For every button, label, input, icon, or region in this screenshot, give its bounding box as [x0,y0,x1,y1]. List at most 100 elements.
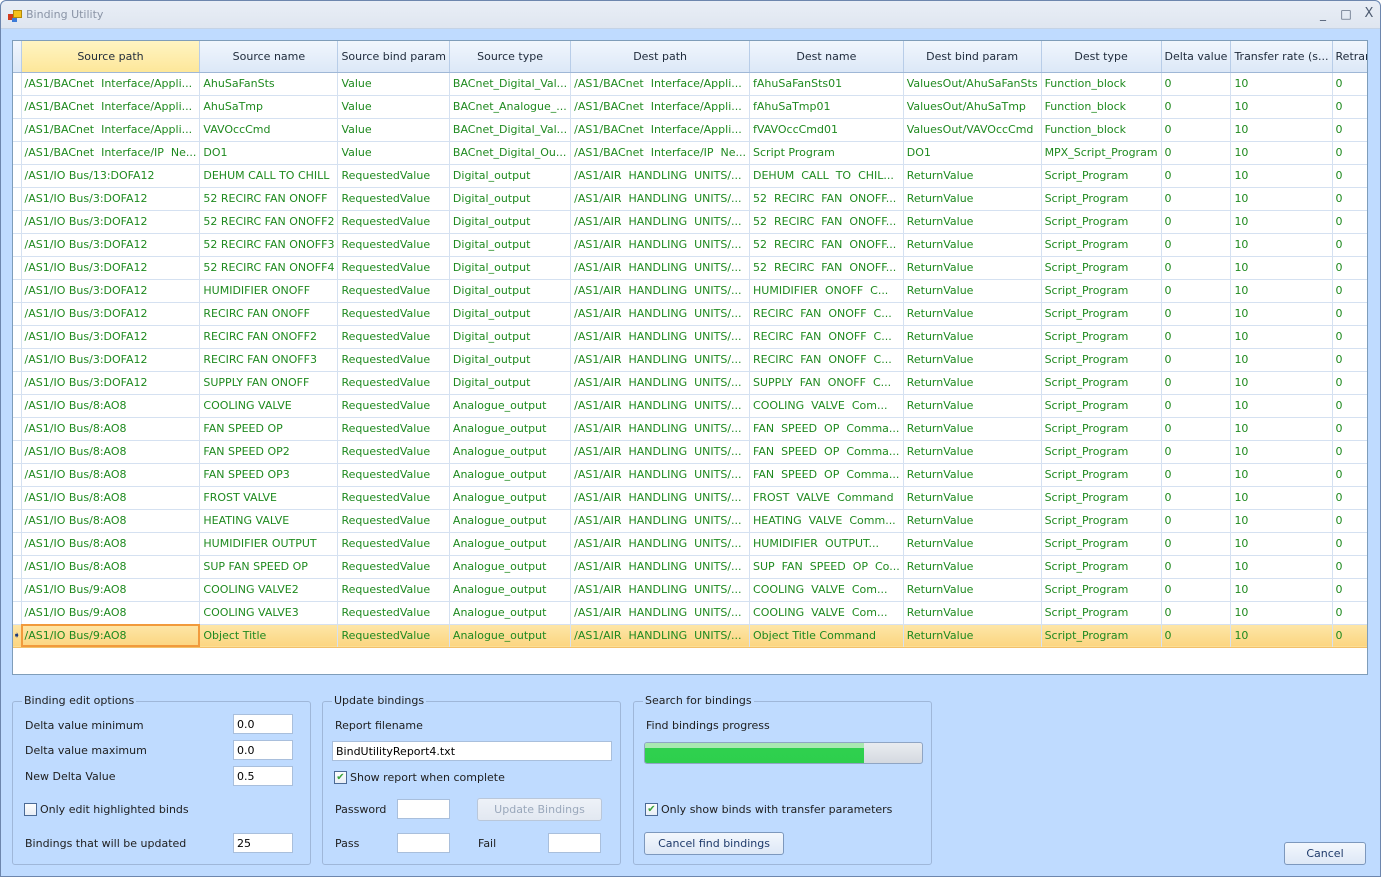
grid-cell[interactable]: 0 [1161,141,1232,165]
grid-cell[interactable]: ReturnValue [903,624,1042,648]
row-header[interactable] [13,463,22,487]
grid-cell[interactable]: AhuSaTmp [199,95,339,119]
grid-cell[interactable]: 0 [1332,164,1367,188]
grid-cell[interactable]: 0 [1161,95,1232,119]
delta-max-input[interactable] [233,740,293,760]
grid-cell[interactable]: FROST VALVE [199,486,339,510]
grid-cell[interactable]: Analogue_output [449,532,572,556]
only-highlighted-label[interactable]: Only edit highlighted binds [40,803,189,816]
grid-cell[interactable]: 0 [1161,463,1232,487]
grid-cell[interactable]: /AS1/AIR HANDLING UNITS/... [570,187,751,211]
column-header[interactable]: Source bind param [337,41,450,73]
grid-cell[interactable]: 10 [1230,164,1333,188]
table-row[interactable]: /AS1/IO Bus/3:DOFA12 52 RECIRC FAN ONOFF R… [13,187,1367,211]
grid-cell[interactable]: 0 [1161,601,1232,625]
grid-cell[interactable]: /AS1/IO Bus/3:DOFA12 [21,256,201,280]
row-header[interactable] [13,601,22,625]
grid-cell[interactable]: Value [337,118,450,142]
grid-cell[interactable]: Function_block [1041,95,1162,119]
grid-cell[interactable]: Script_Program [1041,578,1162,602]
grid-cell[interactable]: RequestedValue [337,371,450,395]
grid-cell[interactable]: /AS1/BACnet Interface/Appli... [570,95,751,119]
grid-cell[interactable]: /AS1/BACnet Interface/Appli... [21,72,201,96]
grid-cell[interactable]: /AS1/IO Bus/3:DOFA12 [21,371,201,395]
grid-cell[interactable]: fAhuSaFanSts01 [749,72,904,96]
row-header[interactable] [13,210,22,234]
grid-cell[interactable]: 0 [1161,210,1232,234]
grid-cell[interactable]: 52 RECIRC FAN ONOFF [199,187,339,211]
grid-cell[interactable]: RECIRC FAN ONOFF2 [199,325,339,349]
row-header[interactable] [13,348,22,372]
grid-cell[interactable]: /AS1/AIR HANDLING UNITS/... [570,348,751,372]
row-header[interactable] [13,141,22,165]
delta-min-input[interactable] [233,714,293,734]
grid-cell[interactable]: 0 [1332,601,1367,625]
grid-cell[interactable]: RECIRC FAN ONOFF [199,302,339,326]
grid-cell[interactable]: MPX_Script_Program [1041,141,1162,165]
grid-cell[interactable]: /AS1/AIR HANDLING UNITS/... [570,532,751,556]
grid-cell[interactable]: 0 [1332,348,1367,372]
grid-cell[interactable]: /AS1/IO Bus/3:DOFA12 [21,348,201,372]
row-header[interactable] [13,302,22,326]
grid-cell[interactable]: RequestedValue [337,348,450,372]
grid-cell[interactable]: 0 [1161,509,1232,533]
grid-cell[interactable]: fVAVOccCmd01 [749,118,904,142]
grid-cell[interactable]: FROST VALVE Command [749,486,904,510]
column-header[interactable]: Retransmit (mi... [1332,41,1367,73]
grid-cell[interactable]: ReturnValue [903,486,1042,510]
grid-cell[interactable]: /AS1/IO Bus/3:DOFA12 [21,302,201,326]
grid-cell[interactable]: /AS1/AIR HANDLING UNITS/... [570,578,751,602]
grid-cell[interactable]: Script_Program [1041,532,1162,556]
report-filename-input[interactable] [332,741,612,761]
grid-cell[interactable]: ReturnValue [903,578,1042,602]
grid-cell[interactable]: 0 [1161,72,1232,96]
grid-cell[interactable]: Script_Program [1041,233,1162,257]
grid-cell[interactable]: Script_Program [1041,325,1162,349]
grid-cell[interactable]: ReturnValue [903,302,1042,326]
grid-cell[interactable]: SUPPLY FAN ONOFF C... [749,371,904,395]
table-row[interactable]: /AS1/IO Bus/3:DOFA12 RECIRC FAN ONOFF3 Req… [13,348,1367,372]
grid-cell[interactable]: Script_Program [1041,302,1162,326]
grid-cell[interactable]: Function_block [1041,72,1162,96]
row-header[interactable] [13,394,22,418]
grid-cell[interactable]: /AS1/IO Bus/9:AO8 [21,624,201,648]
grid-cell[interactable]: ReturnValue [903,532,1042,556]
grid-cell[interactable]: /AS1/IO Bus/8:AO8 [21,394,201,418]
grid-cell[interactable]: COOLING VALVE Com... [749,394,904,418]
grid-cell[interactable]: 0 [1161,118,1232,142]
table-row[interactable]: /AS1/IO Bus/9:AO8 COOLING VALVE2 Requested… [13,578,1367,602]
grid-cell[interactable]: 52 RECIRC FAN ONOFF4 [199,256,339,280]
grid-cell[interactable]: /AS1/AIR HANDLING UNITS/... [570,279,751,303]
table-row[interactable]: /AS1/IO Bus/3:DOFA12 52 RECIRC FAN ONOFF2… [13,210,1367,234]
grid-cell[interactable]: 0 [1332,486,1367,510]
table-row[interactable]: /AS1/IO Bus/8:AO8 FAN SPEED OP RequestedVa… [13,417,1367,441]
grid-cell[interactable]: /AS1/IO Bus/3:DOFA12 [21,187,201,211]
grid-cell[interactable]: 10 [1230,325,1333,349]
grid-cell[interactable]: RequestedValue [337,256,450,280]
grid-cell[interactable]: 10 [1230,348,1333,372]
grid-cell[interactable]: /AS1/AIR HANDLING UNITS/... [570,394,751,418]
grid-cell[interactable]: ReturnValue [903,555,1042,579]
grid-cell[interactable]: FAN SPEED OP3 [199,463,339,487]
table-row[interactable]: /AS1/IO Bus/8:AO8 HEATING VALVE RequestedV… [13,509,1367,533]
table-row[interactable]: /AS1/IO Bus/8:AO8 HUMIDIFIER OUTPUT Reques… [13,532,1367,556]
grid-cell[interactable]: 10 [1230,302,1333,326]
grid-cell[interactable]: 0 [1332,555,1367,579]
grid-cell[interactable]: ReturnValue [903,440,1042,464]
grid-cell[interactable]: RequestedValue [337,302,450,326]
show-report-checkbox[interactable]: ✔ [334,771,347,784]
grid-cell[interactable]: Analogue_output [449,624,572,648]
grid-cell[interactable]: RequestedValue [337,555,450,579]
grid-cell[interactable]: ReturnValue [903,417,1042,441]
grid-cell[interactable]: 52 RECIRC FAN ONOFF2 [199,210,339,234]
grid-cell[interactable]: /AS1/BACnet Interface/Appli... [570,118,751,142]
grid-cell[interactable]: BACnet_Digital_Val... [449,72,572,96]
grid-cell[interactable]: Digital_output [449,164,572,188]
grid-cell[interactable]: 0 [1161,624,1232,648]
grid-cell[interactable]: 0 [1332,394,1367,418]
grid-cell[interactable]: COOLING VALVE [199,394,339,418]
grid-cell[interactable]: Value [337,95,450,119]
row-header[interactable] [13,279,22,303]
grid-cell[interactable]: 0 [1332,371,1367,395]
grid-cell[interactable]: Script_Program [1041,440,1162,464]
